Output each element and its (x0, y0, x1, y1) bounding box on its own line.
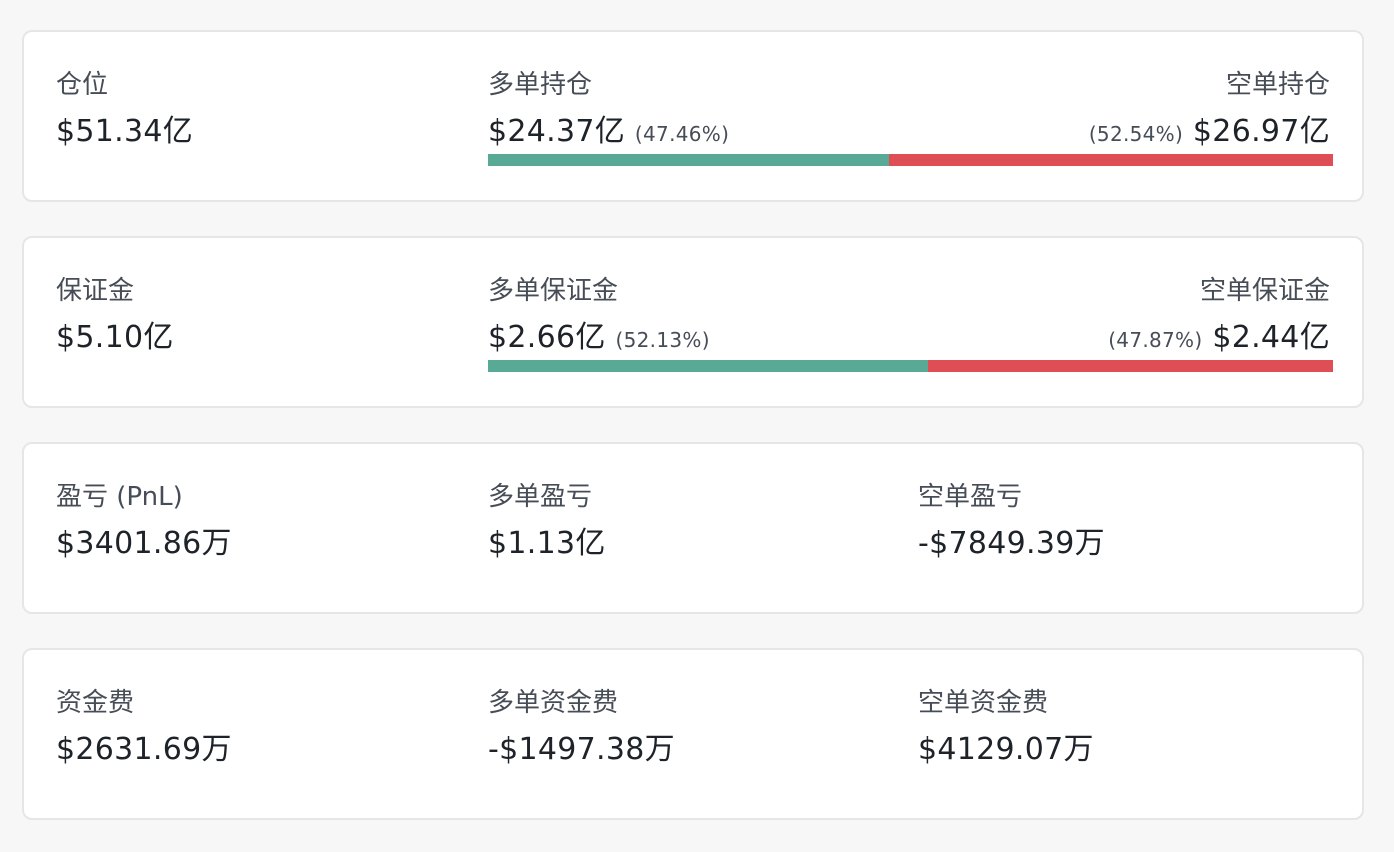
margin-long-fill (488, 360, 929, 372)
margin-ratio-bar (488, 360, 1333, 372)
short-margin-value: $2.44亿 (1212, 320, 1330, 355)
position-long-fill (488, 154, 890, 166)
margin-short-fill (928, 360, 1333, 372)
short-margin-pct: (47.87%) (1108, 328, 1203, 352)
long-position-value: $24.37亿 (488, 114, 626, 149)
short-funding-label: 空单资金费 (918, 688, 1049, 718)
position-ratio-bar (488, 154, 1333, 166)
long-margin-label: 多单保证金 (488, 276, 619, 306)
long-margin-value: $2.66亿 (488, 320, 606, 355)
long-position-pct: (47.46%) (634, 122, 730, 146)
short-position-value: $26.97亿 (1192, 114, 1330, 149)
margin-card: 保证金 $5.10亿 多单保证金 $2.66亿 (52.13%) 空单保证金 (… (22, 236, 1364, 408)
short-position-label: 空单持仓 (1225, 70, 1330, 100)
long-funding-value: -$1497.38万 (488, 732, 675, 767)
margin-label: 保证金 (56, 276, 135, 306)
short-pnl-value: -$7849.39万 (918, 526, 1105, 561)
pnl-total-value: $3401.86万 (56, 526, 232, 561)
position-total-value: $51.34亿 (56, 114, 194, 149)
position-label: 仓位 (56, 70, 109, 100)
long-pnl-value: $1.13亿 (488, 526, 606, 561)
position-card: 仓位 $51.34亿 多单持仓 $24.37亿 (47.46%) 空单持仓 (5… (22, 30, 1364, 202)
funding-total-value: $2631.69万 (56, 732, 232, 767)
long-pnl-label: 多单盈亏 (488, 482, 593, 512)
long-position-value-group: $24.37亿 (47.46%) (488, 112, 729, 154)
pnl-label: 盈亏 (PnL) (56, 482, 183, 512)
long-margin-pct: (52.13%) (615, 328, 710, 352)
short-position-value-group: (52.54%) $26.97亿 (1089, 112, 1330, 154)
short-funding-value: $4129.07万 (918, 732, 1094, 767)
short-margin-label: 空单保证金 (1199, 276, 1330, 306)
position-short-fill (889, 154, 1333, 166)
margin-total-value: $5.10亿 (56, 320, 174, 355)
funding-label: 资金费 (56, 688, 135, 718)
long-margin-value-group: $2.66亿 (52.13%) (488, 318, 710, 360)
short-pnl-label: 空单盈亏 (918, 482, 1023, 512)
pnl-card: 盈亏 (PnL) $3401.86万 多单盈亏 $1.13亿 空单盈亏 -$78… (22, 442, 1364, 614)
long-funding-label: 多单资金费 (488, 688, 619, 718)
funding-card: 资金费 $2631.69万 多单资金费 -$1497.38万 空单资金费 $41… (22, 648, 1364, 820)
short-position-pct: (52.54%) (1088, 122, 1184, 146)
long-position-label: 多单持仓 (488, 70, 593, 100)
short-margin-value-group: (47.87%) $2.44亿 (1108, 318, 1330, 360)
